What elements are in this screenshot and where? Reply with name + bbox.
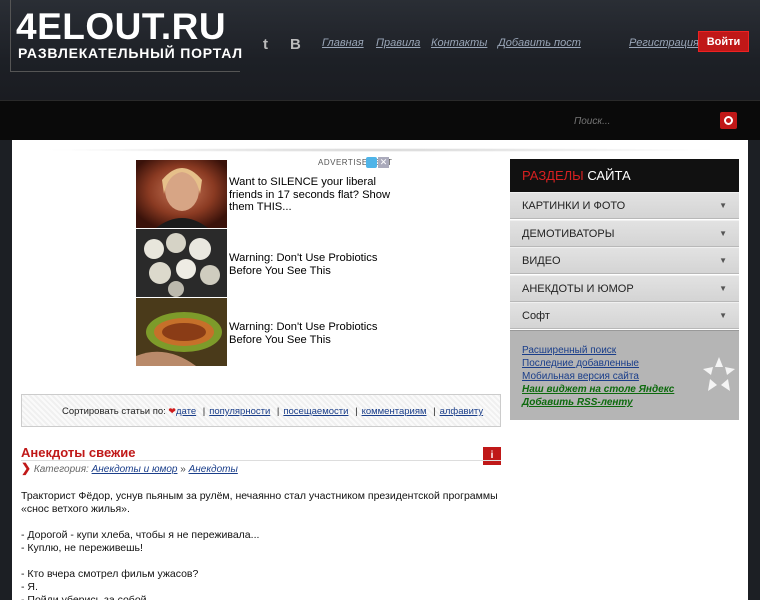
- article-title[interactable]: Анекдоты свежие: [21, 445, 135, 460]
- site-tagline: РАЗВЛЕКАТЕЛЬНЫЙ ПОРТАЛ: [18, 45, 243, 61]
- ad-headline[interactable]: Warning: Don't Use Probiotics Before You…: [229, 321, 394, 346]
- advanced-search-link[interactable]: Расширенный поиск: [522, 345, 616, 356]
- sidebar-heading: РАЗДЕЛЫ САЙТА: [510, 159, 739, 192]
- sidebar-item-demotivators[interactable]: ДЕМОТИВАТОРЫ ▼: [510, 220, 739, 247]
- ad-item[interactable]: Warning: Don't Use Probiotics Before You…: [136, 229, 396, 297]
- sort-by-views[interactable]: посещаемости: [283, 406, 348, 417]
- sort-bar: Сортировать статьи по: ❤дате | популярнос…: [21, 394, 501, 427]
- article-paragraph: Тракторист Фёдор, уснув пьяным за рулём,…: [21, 490, 498, 515]
- category-link[interactable]: Анекдоты: [189, 464, 238, 475]
- sort-by-date[interactable]: дате: [176, 406, 196, 417]
- nav-home[interactable]: Главная: [322, 37, 364, 49]
- article-paragraph: - Дорогой - купи хлеба, чтобы я не переж…: [21, 529, 260, 554]
- site-logo[interactable]: 4ELOUT.RU: [16, 6, 226, 48]
- article-body: Тракторист Фёдор, уснув пьяным за рулём,…: [21, 490, 505, 600]
- latest-added-link[interactable]: Последние добавленные: [522, 358, 639, 369]
- vk-icon[interactable]: B: [290, 36, 301, 53]
- search-icon: [724, 116, 733, 125]
- sidebar-item-jokes[interactable]: АНЕКДОТЫ И ЮМОР ▼: [510, 275, 739, 302]
- mobile-version-link[interactable]: Мобильная версия сайта: [522, 371, 639, 382]
- ad-item[interactable]: Warning: Don't Use Probiotics Before You…: [136, 298, 396, 366]
- sort-by-comments[interactable]: комментариям: [362, 406, 427, 417]
- ad-item[interactable]: Want to SILENCE your liberal friends in …: [136, 160, 396, 228]
- nav-add-post[interactable]: Добавить пост: [498, 37, 581, 49]
- ad-image-woman[interactable]: [136, 160, 227, 228]
- divider: [21, 460, 501, 461]
- rss-link[interactable]: Добавить RSS-ленту: [522, 397, 633, 408]
- sidebar-item-soft[interactable]: Софт ▼: [510, 302, 739, 329]
- separator: [40, 148, 720, 152]
- twitter-icon[interactable]: t: [263, 36, 268, 53]
- info-icon[interactable]: i: [483, 447, 501, 465]
- heart-icon: ❤: [168, 406, 176, 416]
- article-paragraph: - Кто вчера смотрел фильм ужасов? - Я. -…: [21, 568, 199, 600]
- ad-headline[interactable]: Want to SILENCE your liberal friends in …: [229, 176, 394, 214]
- login-button[interactable]: Войти: [698, 31, 749, 52]
- chevron-right-icon: ❯: [21, 461, 32, 475]
- nav-contacts[interactable]: Контакты: [431, 37, 487, 49]
- category-link[interactable]: Анекдоты и юмор: [92, 464, 178, 475]
- sidebar-item-video[interactable]: ВИДЕО ▼: [510, 247, 739, 274]
- caret-down-icon: ▼: [719, 311, 727, 320]
- search-input[interactable]: [574, 112, 714, 130]
- caret-down-icon: ▼: [719, 229, 727, 238]
- sort-by-alphabet[interactable]: алфавиту: [440, 406, 484, 417]
- article-category: ❯ Категория: Анекдоты и юмор » Анекдоты: [21, 461, 238, 475]
- sidebar-links: Расширенный поиск Последние добавленные …: [510, 330, 739, 420]
- sort-by-popularity[interactable]: популярности: [209, 406, 270, 417]
- sidebar-item-pictures[interactable]: КАРТИНКИ И ФОТО ▼: [510, 192, 739, 219]
- nav-rules[interactable]: Правила: [376, 37, 420, 49]
- ad-headline[interactable]: Warning: Don't Use Probiotics Before You…: [229, 252, 394, 277]
- caret-down-icon: ▼: [719, 256, 727, 265]
- sort-label: Сортировать статьи по:: [62, 406, 166, 417]
- ad-image-pills[interactable]: [136, 229, 227, 297]
- caret-down-icon: ▼: [719, 284, 727, 293]
- star-emblem-icon: [703, 357, 735, 391]
- ad-image-fruit[interactable]: [136, 298, 227, 366]
- search-button[interactable]: [720, 112, 737, 129]
- register-link[interactable]: Регистрация: [629, 37, 699, 49]
- yandex-widget-link[interactable]: Наш виджет на столе Яндекс: [522, 384, 674, 395]
- caret-down-icon: ▼: [719, 201, 727, 210]
